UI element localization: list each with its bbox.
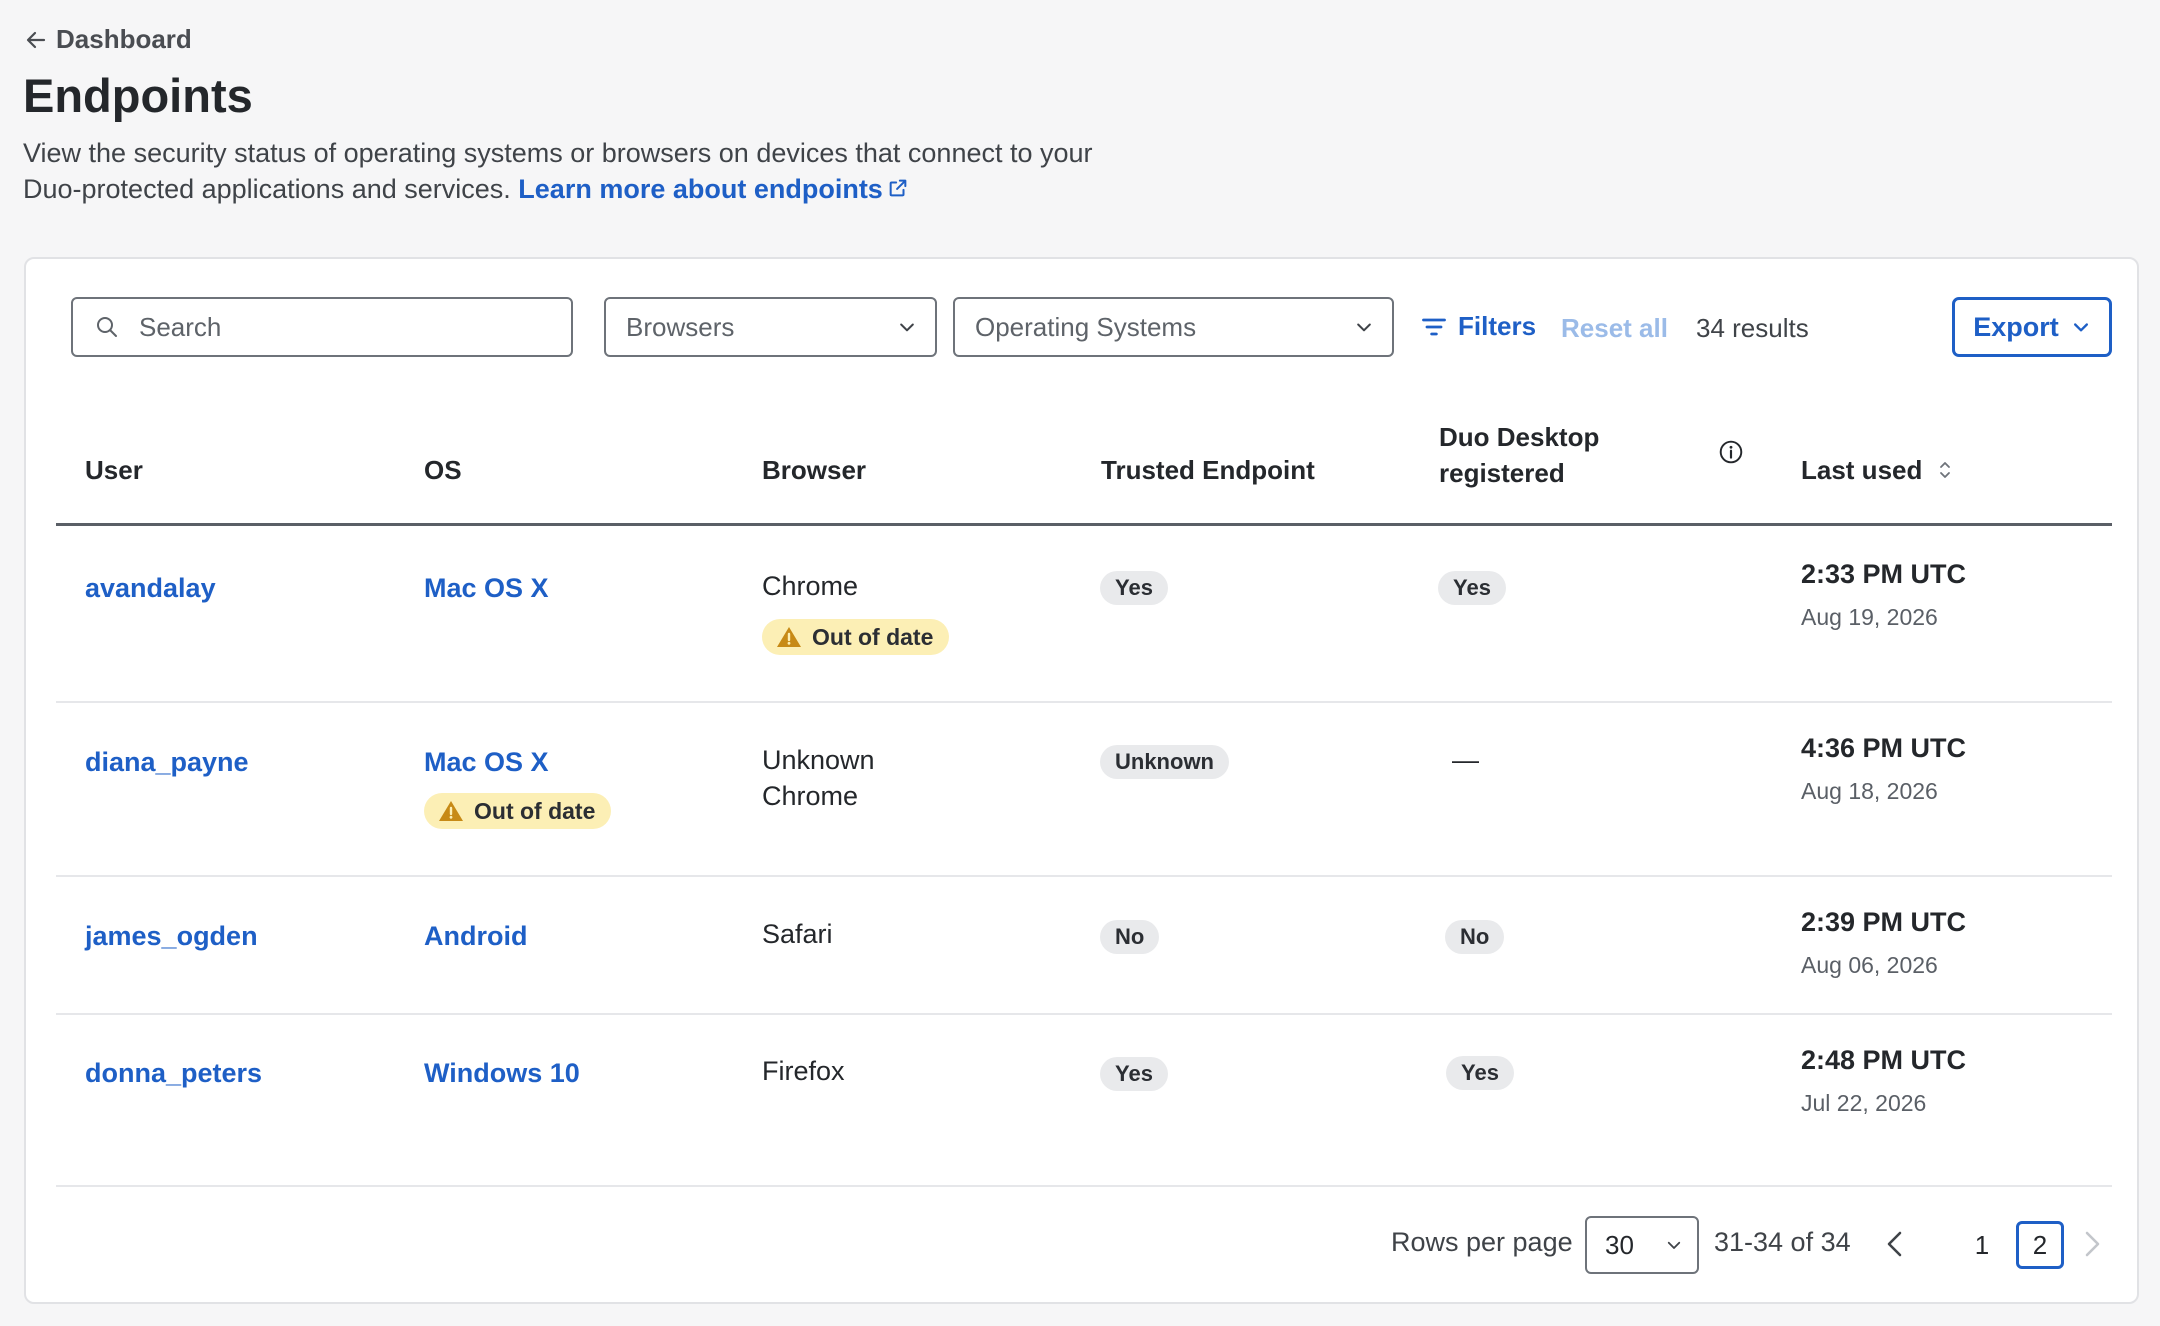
column-header-last-used[interactable]: Last used	[1801, 455, 1922, 486]
duo-desktop-empty: —	[1452, 745, 1479, 775]
results-count: 34 results	[1696, 313, 1809, 343]
last-used-date: Aug 18, 2026	[1801, 778, 1938, 804]
user-link[interactable]: diana_payne	[85, 747, 249, 778]
duo-desktop-header-line1: Duo Desktop	[1439, 422, 1600, 452]
user-link[interactable]: donna_peters	[85, 1058, 262, 1089]
search-icon	[97, 317, 117, 337]
warning-icon	[777, 627, 801, 647]
column-header-trusted-endpoint[interactable]: Trusted Endpoint	[1101, 455, 1315, 486]
search-field[interactable]	[71, 297, 573, 357]
chevron-down-icon	[900, 323, 914, 332]
filters-label: Filters	[1458, 311, 1537, 341]
page-description: View the security status of operating sy…	[23, 135, 1143, 207]
back-to-dashboard-link[interactable]: Dashboard	[24, 24, 192, 55]
filters-button[interactable]: Filters	[1420, 311, 1536, 342]
last-used-time: 2:39 PM UTC	[1801, 907, 1967, 937]
back-link-label: Dashboard	[56, 24, 192, 54]
page-button-2[interactable]: 2	[2016, 1221, 2064, 1269]
page-button-1[interactable]: 1	[1958, 1221, 2006, 1269]
last-used-time: 2:33 PM UTC	[1801, 559, 1967, 589]
operating-systems-select[interactable]: Operating Systems	[953, 297, 1394, 357]
browser-name: Safari	[762, 919, 833, 949]
duo-desktop-header-line2: registered	[1439, 458, 1565, 488]
os-link[interactable]: Android	[424, 921, 527, 952]
user-link[interactable]: james_ogden	[85, 921, 258, 952]
trusted-endpoint-badge: Yes	[1100, 571, 1168, 605]
trusted-endpoint-badge: Unknown	[1100, 745, 1229, 779]
last-used-time: 2:48 PM UTC	[1801, 1045, 1967, 1075]
browser-name: Unknown Chrome	[762, 742, 875, 814]
os-out-of-date-badge: Out of date	[424, 793, 612, 829]
learn-more-label: Learn more about endpoints	[518, 174, 883, 204]
duo-desktop-badge: No	[1445, 920, 1505, 954]
reset-all-button[interactable]: Reset all	[1561, 313, 1668, 344]
row-divider	[56, 701, 2112, 703]
chevron-down-icon	[2073, 323, 2088, 332]
rows-per-page-label: Rows per page	[1391, 1227, 1573, 1257]
os-link[interactable]: Windows 10	[424, 1058, 580, 1089]
row-divider	[56, 875, 2112, 877]
page-title: Endpoints	[23, 69, 253, 122]
pagination-range: 31-34 of 34	[1714, 1227, 1851, 1257]
duo-desktop-badge: Yes	[1446, 1056, 1514, 1090]
chevron-right-icon[interactable]	[2078, 1227, 2106, 1261]
column-header-duo-desktop[interactable]: Duo Desktop registered	[1439, 419, 1599, 491]
warning-label: Out of date	[812, 623, 934, 650]
browser-out-of-date-badge: Out of date	[762, 619, 950, 655]
chevron-down-icon	[1667, 1241, 1681, 1249]
column-header-user[interactable]: User	[85, 455, 143, 486]
user-link[interactable]: avandalay	[85, 573, 216, 604]
os-select-label: Operating Systems	[975, 311, 1197, 342]
warning-icon	[439, 801, 463, 821]
chevron-down-icon	[1357, 323, 1371, 332]
info-icon[interactable]	[1718, 439, 1744, 465]
trusted-endpoint-badge: Yes	[1100, 1057, 1168, 1091]
browsers-select[interactable]: Browsers	[604, 297, 937, 357]
sort-icon[interactable]	[1938, 457, 1952, 483]
browser-name: Chrome	[762, 571, 859, 601]
duo-desktop-badge: Yes	[1438, 571, 1506, 605]
warning-label: Out of date	[474, 797, 596, 824]
chevron-left-icon[interactable]	[1881, 1227, 1909, 1261]
rows-per-page-select[interactable]: 30	[1585, 1216, 1699, 1274]
browser-line: Unknown	[762, 745, 875, 775]
external-link-icon	[889, 179, 907, 197]
arrow-left-icon	[26, 31, 46, 48]
column-header-os[interactable]: OS	[424, 455, 462, 486]
browsers-select-label: Browsers	[626, 311, 735, 342]
row-divider	[56, 1185, 2112, 1187]
os-link[interactable]: Mac OS X	[424, 573, 549, 604]
last-used-date: Jul 22, 2026	[1801, 1090, 1927, 1116]
column-header-browser[interactable]: Browser	[762, 455, 866, 486]
learn-more-link[interactable]: Learn more about endpoints	[518, 174, 909, 204]
export-label: Export	[1973, 311, 2059, 342]
browser-line: Chrome	[762, 781, 859, 811]
last-used-date: Aug 19, 2026	[1801, 604, 1938, 630]
endpoints-card: Browsers Operating Systems Filters Reset…	[24, 257, 2139, 1304]
browser-name: Firefox	[762, 1056, 845, 1086]
export-button[interactable]: Export	[1952, 297, 2112, 357]
trusted-endpoint-badge: No	[1100, 920, 1160, 954]
rows-per-page-value: 30	[1605, 1229, 1634, 1260]
filter-icon	[1422, 318, 1446, 335]
os-link[interactable]: Mac OS X	[424, 747, 549, 778]
row-divider	[56, 1013, 2112, 1015]
last-used-time: 4:36 PM UTC	[1801, 733, 1967, 763]
search-input[interactable]	[137, 310, 521, 344]
last-used-date: Aug 06, 2026	[1801, 952, 1938, 978]
table-header-divider	[56, 523, 2112, 526]
